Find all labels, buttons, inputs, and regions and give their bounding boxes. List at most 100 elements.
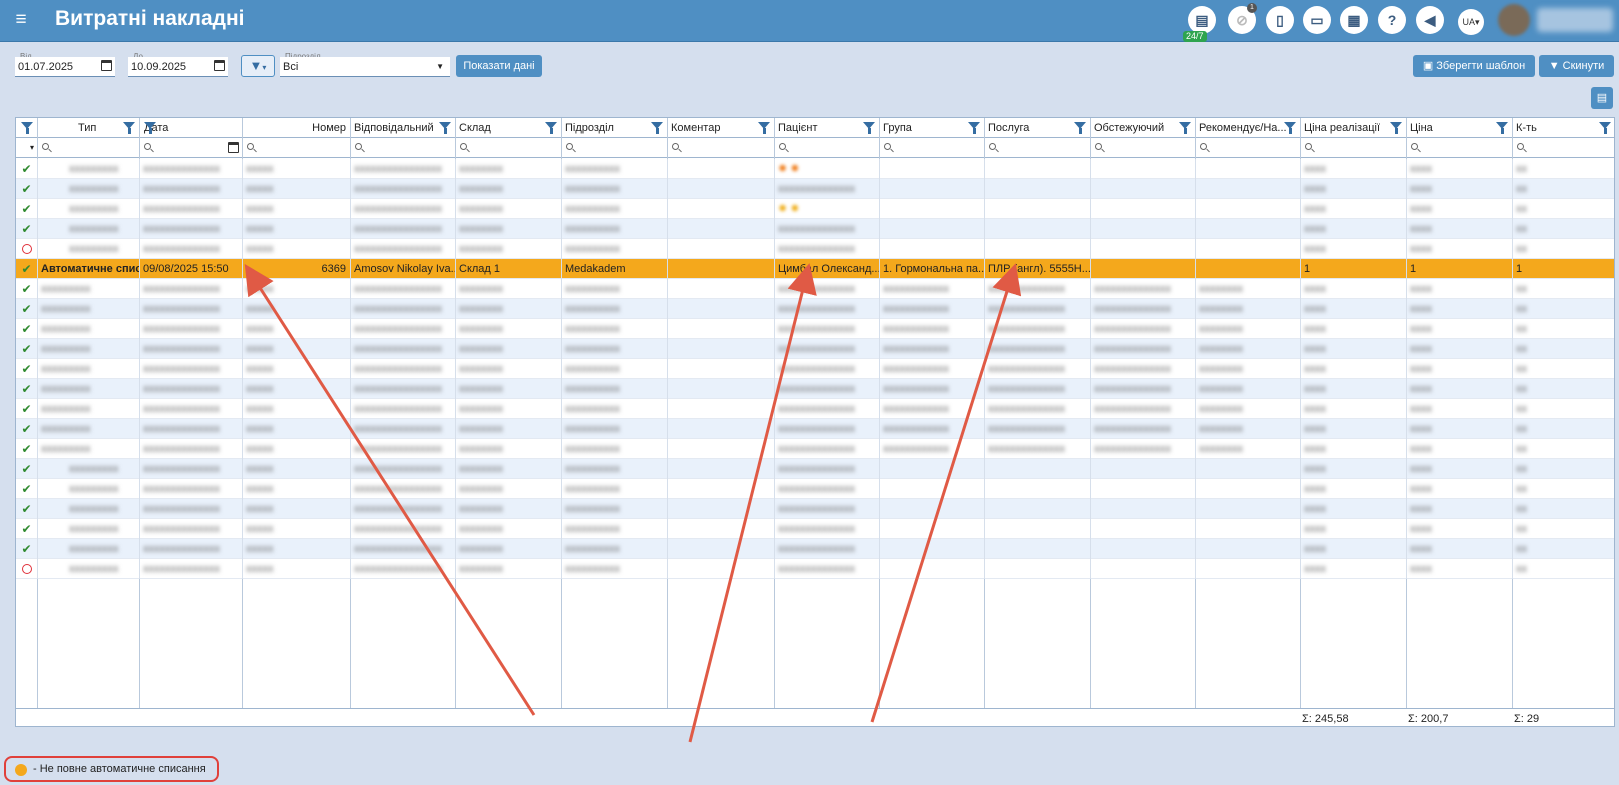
table-cell-redacted: xxxxxxxx: [456, 399, 562, 419]
calendar-icon[interactable]: [101, 60, 112, 71]
table-cell-redacted: xxxx: [1301, 219, 1407, 239]
table-row[interactable]: xxxxxxxxx xxxxxxxxxxxxxx xxxxx xxxxxxxxxxxx…: [16, 239, 1614, 259]
chat-icon[interactable]: ▤: [1188, 6, 1216, 34]
cell-department: Medakadem: [562, 259, 668, 279]
table-cell-redacted: xx: [1513, 339, 1614, 359]
filter-icon: ▼: [1548, 60, 1563, 72]
table-row-selected[interactable]: ✔Автоматичне списання09/08/2025 15:50636…: [16, 259, 1614, 279]
date-from-value: 01.07.2025: [18, 61, 74, 73]
date-to-value: 10.09.2025: [131, 61, 187, 73]
table-cell-redacted: xxxxx: [243, 479, 351, 499]
calculator-icon[interactable]: ▦: [1340, 6, 1368, 34]
table-cell-redacted: xx: [1513, 159, 1614, 179]
show-data-button[interactable]: Показати дані: [456, 55, 542, 77]
table-cell-redacted: xx: [1513, 419, 1614, 439]
table-cell-redacted: xxxxxxxxxxxxxx: [1091, 359, 1196, 379]
cell-warehouse: Склад 1: [456, 259, 562, 279]
table-cell-redacted: xxxxxxxxx: [38, 199, 140, 219]
table-cell-redacted: xxxxxxxxxxxxxx: [985, 439, 1091, 459]
table-cell-redacted: [1091, 519, 1196, 539]
table-cell-redacted: xxxxxxxxx: [38, 279, 140, 299]
table-cell-redacted: xxxx: [1301, 419, 1407, 439]
table-row[interactable]: ✔ xxxxxxxxx xxxxxxxxxxxxxx xxxxx xxxxxxxxxxx…: [16, 519, 1614, 539]
check-icon: ✔: [16, 319, 38, 339]
table-cell-redacted: xxxx: [1407, 179, 1513, 199]
cell-number: 6369: [243, 259, 351, 279]
table-cell-redacted: xxxxxxxxxxxxxx: [775, 239, 880, 259]
pdf-icon[interactable]: ▯: [1266, 6, 1294, 34]
hamburger-menu-icon[interactable]: ≡: [10, 9, 32, 31]
table-row[interactable]: ✔ xxxxxxxxx xxxxxxxxxxxxxx xxxxx xxxxxxxxxxx…: [16, 399, 1614, 419]
table-cell-redacted: xxxxxxxxxx: [562, 199, 668, 219]
table-cell-redacted: xx: [1513, 559, 1614, 579]
table-row[interactable]: ✔ xxxxxxxxx xxxxxxxxxxxxxx xxxxx xxxxxxxxxxx…: [16, 319, 1614, 339]
table-row[interactable]: ✔ xxxxxxxxx xxxxxxxxxxxxxx xxxxx xxxxxxxxxxx…: [16, 379, 1614, 399]
table-cell-redacted: xxxxxxxxxxxxxxxx: [351, 479, 456, 499]
table-cell-redacted: xxxxxxxxxxxxxx: [1091, 439, 1196, 459]
table-row[interactable]: xxxxxxxxx xxxxxxxxxxxxxx xxxxx xxxxxxxxxxxx…: [16, 559, 1614, 579]
table-row[interactable]: ✔ xxxxxxxxx xxxxxxxxxxxxxx xxxxx xxxxxxxxxxx…: [16, 219, 1614, 239]
table-cell-redacted: xxxx: [1301, 359, 1407, 379]
table-cell-redacted: xxxxx: [243, 239, 351, 259]
table-cell-redacted: [668, 299, 775, 319]
table-cell-redacted: [880, 519, 985, 539]
table-cell-redacted: xxxxxxxx: [1196, 419, 1301, 439]
megaphone-icon[interactable]: ◀: [1416, 6, 1444, 34]
table-row[interactable]: ✔ xxxxxxxxx xxxxxxxxxxxxxx xxxxx xxxxxxxxxxx…: [16, 539, 1614, 559]
table-cell-redacted: xxxxxxxx: [456, 219, 562, 239]
table-cell-redacted: xxxxxxxxxxxxxx: [985, 359, 1091, 379]
check-icon: ✔: [16, 299, 38, 319]
table-row[interactable]: ✔ xxxxxxxxx xxxxxxxxxxxxxx xxxxx xxxxxxxxxxx…: [16, 499, 1614, 519]
table-row[interactable]: ✔ xxxxxxxxx xxxxxxxxxxxxxx xxxxx xxxxxxxxxxx…: [16, 279, 1614, 299]
table-row[interactable]: ✔ xxxxxxxxx xxxxxxxxxxxxxx xxxxx xxxxxxxxxxx…: [16, 299, 1614, 319]
table-cell-redacted: xxxxxxxxx: [38, 179, 140, 199]
table-row[interactable]: ✔ xxxxxxxxx xxxxxxxxxxxxxx xxxxx xxxxxxxxxxx…: [16, 339, 1614, 359]
table-cell-redacted: [985, 219, 1091, 239]
table-cell-redacted: xxxxxxxxxx: [562, 379, 668, 399]
help-icon[interactable]: ?: [1378, 6, 1406, 34]
table-cell-redacted: [1091, 239, 1196, 259]
table-cell-redacted: xxxxxxxxxx: [562, 219, 668, 239]
table-row[interactable]: ✔ xxxxxxxxx xxxxxxxxxxxxxx xxxxx xxxxxxxxxxx…: [16, 359, 1614, 379]
table-row[interactable]: ✔ xxxxxxxxx xxxxxxxxxxxxxx xxxxx xxxxxxxxxxx…: [16, 159, 1614, 179]
table-cell-redacted: xxxxxxxxx: [38, 239, 140, 259]
language-selector[interactable]: UA▾: [1458, 9, 1484, 35]
table-row[interactable]: ✔ xxxxxxxxx xxxxxxxxxxxxxx xxxxx xxxxxxxxxxx…: [16, 179, 1614, 199]
save-template-button[interactable]: ▣ Зберегти шаблон: [1413, 55, 1535, 77]
table-cell-redacted: xxxxxxxxx: [38, 499, 140, 519]
table-cell-redacted: xxxxxxxxxxxxxx: [140, 419, 243, 439]
table-cell-redacted: xxxx: [1407, 339, 1513, 359]
department-select[interactable]: Всі ▼: [280, 57, 450, 77]
date-to-input[interactable]: 10.09.2025: [128, 57, 228, 77]
table-row[interactable]: ✔ xxxxxxxxx xxxxxxxxxxxxxx xxxxx xxxxxxxxxxx…: [16, 479, 1614, 499]
calendar-icon[interactable]: [214, 60, 225, 71]
table-cell-redacted: xxxxxxxxxxxx: [880, 299, 985, 319]
table-cell-redacted: [668, 419, 775, 439]
table-cell-redacted: xxxxxxxxxxxxxx: [1091, 419, 1196, 439]
data-grid: Тип Дата Номер Відповідальний Склад Підрозділ…: [15, 117, 1615, 727]
card-icon[interactable]: ▭: [1303, 6, 1331, 34]
table-cell-redacted: xxxxx: [243, 539, 351, 559]
table-cell-redacted: [668, 459, 775, 479]
check-icon: ✔: [16, 459, 38, 479]
table-cell-redacted: xx: [1513, 539, 1614, 559]
table-cell-redacted: xxxxx: [243, 199, 351, 219]
date-from-input[interactable]: 01.07.2025: [15, 57, 115, 77]
table-row[interactable]: ✔ xxxxxxxxx xxxxxxxxxxxxxx xxxxx xxxxxxxxxxx…: [16, 459, 1614, 479]
table-cell-redacted: xxxx: [1301, 199, 1407, 219]
table-row[interactable]: ✔ xxxxxxxxx xxxxxxxxxxxxxx xxxxx xxxxxxxxxxx…: [16, 419, 1614, 439]
table-cell-redacted: xxxxxxxxxxxxxxxx: [351, 459, 456, 479]
avatar[interactable]: [1498, 4, 1530, 36]
reset-button[interactable]: ▼ Скинути: [1539, 55, 1614, 77]
table-row[interactable]: ✔ xxxxxxxxx xxxxxxxxxxxxxx xxxxx xxxxxxxxxxx…: [16, 199, 1614, 219]
check-icon: ✔: [16, 279, 38, 299]
table-row[interactable]: ✔ xxxxxxxxx xxxxxxxxxxxxxx xxxxx xxxxxxxxxxx…: [16, 439, 1614, 459]
table-cell-redacted: xx: [1513, 399, 1614, 419]
table-cell-redacted: xxxxxxxxxxxxxx: [1091, 279, 1196, 299]
table-cell-redacted: xxxxxxxx: [456, 539, 562, 559]
user-name-blurred[interactable]: [1537, 8, 1613, 32]
table-cell-redacted: xxxxxxxxxx: [562, 399, 668, 419]
export-icon[interactable]: ▤: [1591, 87, 1613, 109]
filter-toggle-button[interactable]: ▼▾: [241, 55, 275, 77]
table-cell-redacted: xxxxxxxxxxxxxx: [775, 519, 880, 539]
